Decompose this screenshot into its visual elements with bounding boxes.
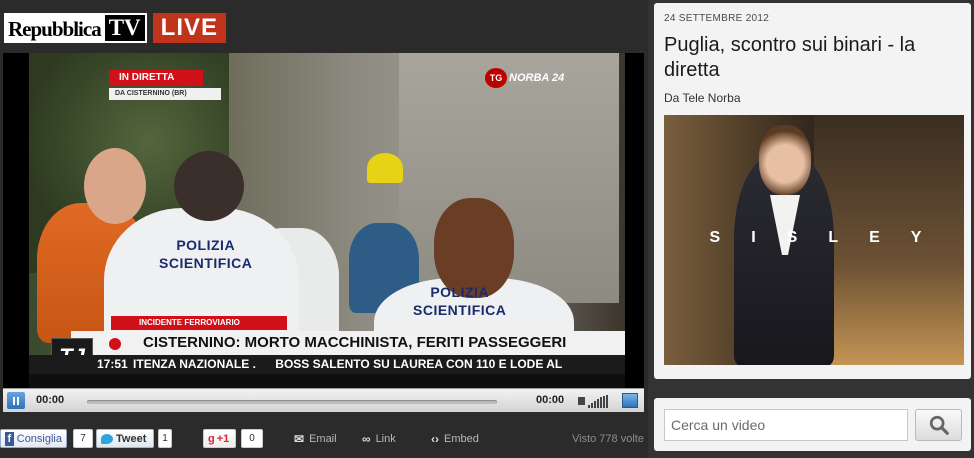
headline-strap: CISTERNINO: MORTO MACCHINISTA, FERITI PA… (71, 331, 625, 355)
search-input[interactable] (664, 409, 908, 441)
in-diretta-badge: IN DIRETTA (109, 70, 203, 86)
gplus-label: +1 (216, 432, 230, 445)
brand-name: Repubblica (4, 13, 105, 43)
view-count: Visto 778 volte (572, 433, 644, 445)
video-search-panel (654, 398, 971, 451)
seek-bar[interactable] (87, 400, 497, 404)
link-label: Link (375, 433, 396, 445)
channel-logo: TG NORBA 24 (485, 68, 564, 88)
video-source: Da Tele Norba (664, 91, 741, 105)
news-ticker: 17:51 ITENZA NAZIONALE . BOSS SALENTO SU… (29, 355, 625, 374)
search-icon (929, 415, 949, 435)
duration-time: 00:00 (536, 394, 565, 406)
social-bar: f Consiglia 7 Tweet 1 g +1 0 ✉ Email ∞ L… (0, 428, 648, 448)
live-badge: LIVE (152, 13, 226, 43)
ad-brand: SISLEY (709, 229, 953, 246)
player-controls: 00:00 00:00 (3, 388, 644, 412)
brand-tv: TV (104, 13, 147, 43)
email-link[interactable]: ✉ Email (294, 430, 337, 448)
video-info-panel: 24 SETTEMBRE 2012 Puglia, scontro sui bi… (654, 3, 971, 379)
brand-logo[interactable]: Repubblica TV LIVE (4, 12, 226, 44)
pause-icon (12, 396, 20, 405)
current-time: 00:00 (36, 394, 65, 406)
publish-date: 24 SETTEMBRE 2012 (664, 13, 770, 24)
tweet-button[interactable]: Tweet (96, 429, 154, 448)
facebook-like-button[interactable]: f Consiglia (0, 429, 67, 448)
embed-icon: ‹› (431, 432, 439, 446)
link-icon: ∞ (362, 432, 371, 446)
video-person-head (174, 151, 244, 221)
facebook-icon: f (5, 431, 14, 446)
video-letterbox (29, 374, 625, 388)
tweet-label: Tweet (116, 432, 147, 445)
player-column: Repubblica TV LIVE POLIZIA SCIENTIFICA P… (0, 0, 648, 458)
volume-icon (578, 397, 585, 405)
gplus-count: 0 (241, 429, 263, 448)
advertisement-banner[interactable]: SISLEY (664, 115, 964, 365)
location-badge: DA CISTERNINO (BR) (109, 88, 221, 100)
twitter-icon (101, 433, 113, 444)
link-button[interactable]: ∞ Link (362, 430, 396, 448)
embed-button[interactable]: ‹› Embed (431, 430, 479, 448)
vest-text: POLIZIA SCIENTIFICA (413, 284, 507, 318)
video-hardhat (367, 153, 403, 183)
record-dot-icon (109, 338, 121, 350)
embed-label: Embed (444, 433, 479, 445)
pause-button[interactable] (7, 392, 25, 409)
ticker-text: BOSS SALENTO SU LAUREA CON 110 E LODE AL (275, 357, 563, 371)
email-label: Email (309, 433, 337, 445)
facebook-like-label: Consiglia (16, 432, 62, 445)
video-title: Puglia, scontro sui binari - la diretta (664, 34, 916, 81)
search-button[interactable] (915, 409, 962, 441)
ad-model-face (759, 125, 811, 195)
tg-icon: TG (485, 68, 507, 88)
mail-icon: ✉ (294, 432, 305, 446)
page: Repubblica TV LIVE POLIZIA SCIENTIFICA P… (0, 0, 974, 458)
vest-text: POLIZIA SCIENTIFICA (159, 237, 253, 271)
fullscreen-button[interactable] (622, 393, 638, 408)
channel-name: NORBA 24 (509, 72, 565, 84)
video-player[interactable]: POLIZIA SCIENTIFICA POLIZIA SCIENTIFICA IN… (3, 53, 644, 388)
volume-control[interactable] (578, 394, 614, 408)
facebook-count: 7 (73, 429, 93, 448)
gplus-icon: g (208, 432, 215, 445)
gplus-button[interactable]: g +1 (203, 429, 236, 448)
tweet-count: 1 (158, 429, 172, 448)
category-strap: INCIDENTE FERROVIARIO (111, 316, 287, 330)
video-person-head (84, 148, 146, 224)
ticker-time: 17:51 (97, 357, 128, 371)
video-frame[interactable]: POLIZIA SCIENTIFICA POLIZIA SCIENTIFICA IN… (29, 53, 625, 388)
ticker-text: ITENZA NAZIONALE . (133, 357, 256, 371)
